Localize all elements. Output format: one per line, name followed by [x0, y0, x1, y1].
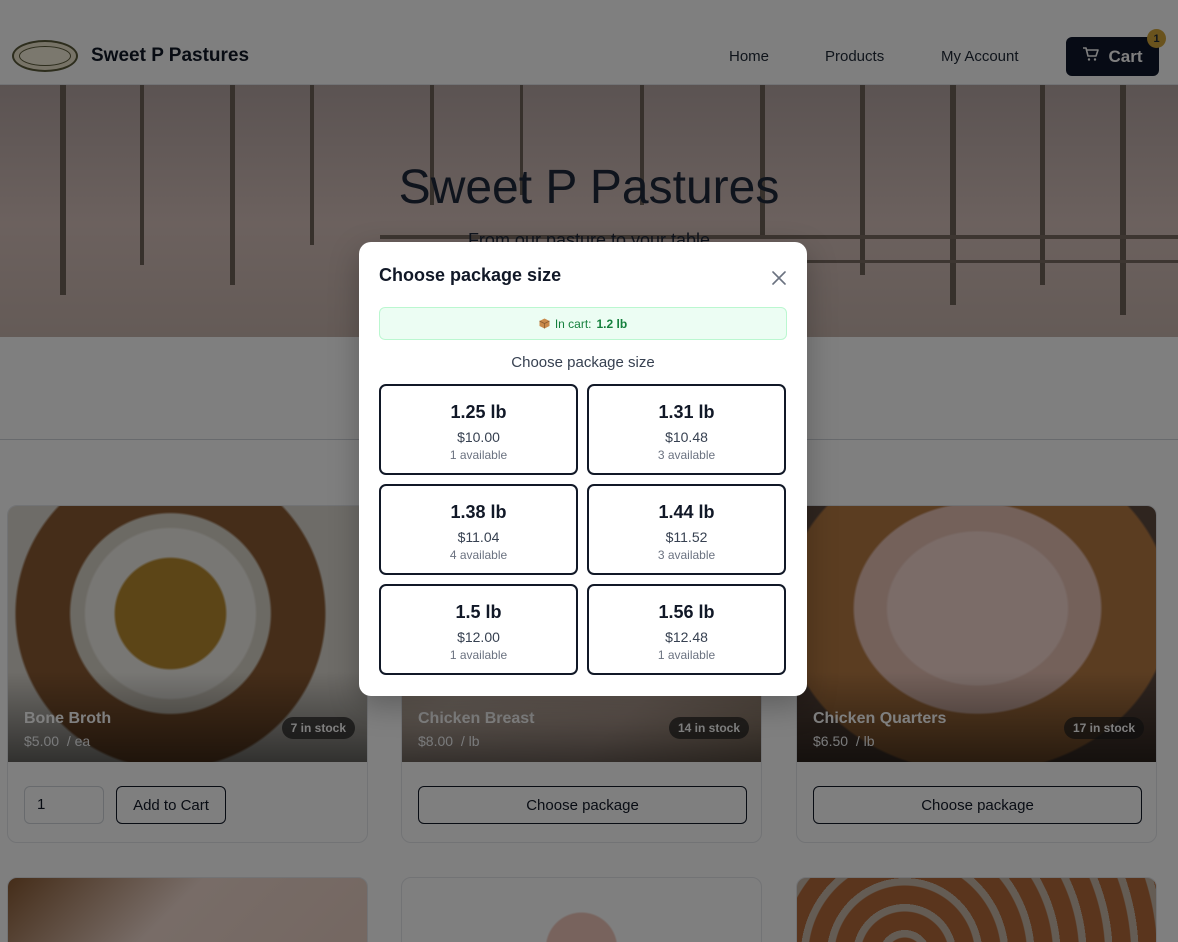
option-weight: 1.56 lb [658, 602, 715, 622]
package-option[interactable]: 1.56 lb $12.48 1 available [587, 584, 786, 675]
in-cart-label: In cart: [554, 316, 592, 331]
option-price: $10.48 [665, 429, 708, 445]
option-weight: 1.44 lb [658, 502, 715, 522]
package-size-modal: Choose package size In cart: 1.2 lb Choo… [359, 242, 807, 696]
close-icon[interactable] [770, 269, 788, 287]
option-price: $11.04 [457, 529, 500, 545]
package-option[interactable]: 1.38 lb $11.04 4 available [379, 484, 578, 575]
option-availability: 1 available [657, 648, 716, 662]
option-availability: 1 available [449, 448, 508, 462]
option-availability: 3 available [657, 548, 716, 562]
modal-title: Choose package size [379, 265, 562, 285]
package-option[interactable]: 1.25 lb $10.00 1 available [379, 384, 578, 475]
option-weight: 1.25 lb [450, 402, 507, 422]
option-availability: 1 available [449, 648, 508, 662]
package-icon [539, 318, 550, 329]
package-option[interactable]: 1.31 lb $10.48 3 available [587, 384, 786, 475]
in-cart-banner: In cart: 1.2 lb [379, 307, 787, 340]
in-cart-value: 1.2 lb [596, 316, 628, 331]
option-weight: 1.38 lb [450, 502, 507, 522]
option-weight: 1.31 lb [658, 402, 715, 422]
option-price: $10.00 [457, 429, 500, 445]
option-weight: 1.5 lb [455, 602, 502, 622]
options-heading: Choose package size [511, 354, 655, 371]
option-availability: 4 available [449, 548, 508, 562]
option-price: $12.48 [665, 629, 708, 645]
page: Sweet P Pastures Home Products My Accoun… [0, 0, 1178, 942]
option-availability: 3 available [657, 448, 716, 462]
package-option[interactable]: 1.5 lb $12.00 1 available [379, 584, 578, 675]
package-option[interactable]: 1.44 lb $11.52 3 available [587, 484, 786, 575]
option-price: $12.00 [457, 629, 500, 645]
option-price: $11.52 [665, 529, 708, 545]
